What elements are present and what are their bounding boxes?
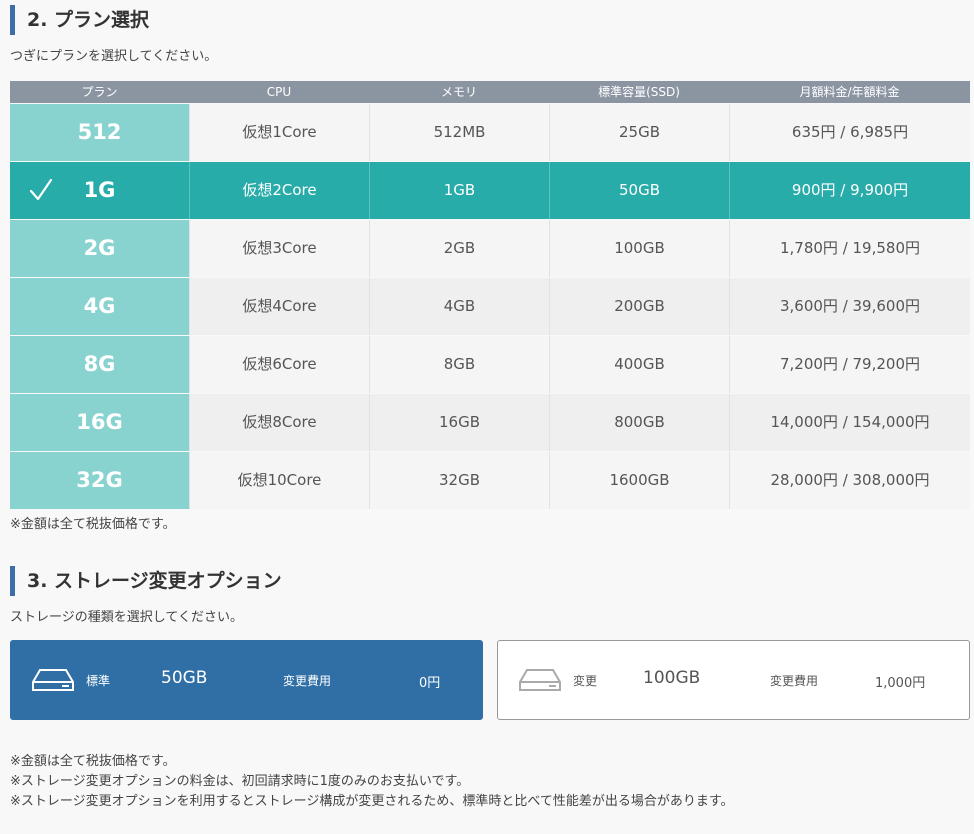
footnote: ※ストレージ変更オプションの料金は、初回請求時に1度のみのお支払いです。 <box>10 774 470 789</box>
plan-price: 28,000円 / 308,000円 <box>729 452 970 509</box>
plan-row-512[interactable]: 512 仮想1Core 512MB 25GB 635円 / 6,985円 <box>10 104 970 161</box>
plan-cpu: 仮想8Core <box>189 394 369 451</box>
plan-memory: 512MB <box>369 104 549 161</box>
plan-section-title: 2. プラン選択 <box>10 5 149 35</box>
plan-instruction: つぎにプランを選択してください。 <box>10 49 218 64</box>
plan-memory: 32GB <box>369 452 549 509</box>
plan-storage: 400GB <box>549 336 729 393</box>
plan-table-header: プラン CPU メモリ 標準容量(SSD) 月額料金/年額料金 <box>10 81 970 103</box>
storage-size: 50GB <box>161 668 208 688</box>
plan-cpu: 仮想10Core <box>189 452 369 509</box>
plan-row-1g[interactable]: 1G 仮想2Core 1GB 50GB 900円 / 9,900円 <box>10 162 970 219</box>
plan-storage: 800GB <box>549 394 729 451</box>
plan-cpu: 仮想6Core <box>189 336 369 393</box>
storage-kind: 変更 <box>573 674 598 688</box>
plan-cpu: 仮想1Core <box>189 104 369 161</box>
plan-price: 14,000円 / 154,000円 <box>729 394 970 451</box>
plan-row-8g[interactable]: 8G 仮想6Core 8GB 400GB 7,200円 / 79,200円 <box>10 336 970 393</box>
storage-instruction: ストレージの種類を選択してください。 <box>10 610 243 625</box>
footnote: ※ストレージ変更オプションを利用するとストレージ構成が変更されるため、標準時と比… <box>10 794 734 809</box>
plan-tax-note: ※金額は全て税抜価格です。 <box>10 517 176 532</box>
storage-size: 100GB <box>643 668 701 688</box>
storage-fee-label: 変更費用 <box>283 674 332 688</box>
footnotes: ※金額は全て税抜価格です。 ※ストレージ変更オプションの料金は、初回請求時に1度… <box>10 752 734 812</box>
header-cpu: CPU <box>266 85 292 99</box>
plan-price: 7,200円 / 79,200円 <box>729 336 970 393</box>
plan-row-4g[interactable]: 4G 仮想4Core 4GB 200GB 3,600円 / 39,600円 <box>10 278 970 335</box>
storage-fee: 1,000円 <box>875 676 926 691</box>
header-memory: メモリ <box>440 85 477 99</box>
storage-section-title: 3. ストレージ変更オプション <box>10 566 282 596</box>
plan-name: 4G <box>10 278 189 335</box>
plan-memory: 2GB <box>369 220 549 277</box>
plan-cpu: 仮想4Core <box>189 278 369 335</box>
plan-storage: 50GB <box>549 162 729 219</box>
plan-table: プラン CPU メモリ 標準容量(SSD) 月額料金/年額料金 512 仮想1C… <box>10 81 970 509</box>
plan-price: 900円 / 9,900円 <box>729 162 970 219</box>
plan-row-2g[interactable]: 2G 仮想3Core 2GB 100GB 1,780円 / 19,580円 <box>10 220 970 277</box>
plan-name: 1G <box>83 178 116 202</box>
storage-option-standard[interactable]: 標準 50GB 変更費用 0円 <box>10 640 483 720</box>
plan-storage: 25GB <box>549 104 729 161</box>
header-storage: 標準容量(SSD) <box>598 85 680 99</box>
plan-row-16g[interactable]: 16G 仮想8Core 16GB 800GB 14,000円 / 154,000… <box>10 394 970 451</box>
header-price: 月額料金/年額料金 <box>799 85 900 99</box>
plan-memory: 1GB <box>369 162 549 219</box>
plan-name: 32G <box>10 452 189 509</box>
plan-storage: 1600GB <box>549 452 729 509</box>
plan-cpu: 仮想3Core <box>189 220 369 277</box>
hard-drive-icon <box>32 669 74 691</box>
plan-price: 3,600円 / 39,600円 <box>729 278 970 335</box>
storage-kind: 標準 <box>86 674 111 688</box>
plan-memory: 8GB <box>369 336 549 393</box>
plan-storage: 200GB <box>549 278 729 335</box>
plan-memory: 16GB <box>369 394 549 451</box>
plan-storage: 100GB <box>549 220 729 277</box>
storage-option-upgrade[interactable]: 変更 100GB 変更費用 1,000円 <box>497 640 970 720</box>
storage-fee-label: 変更費用 <box>770 674 819 688</box>
plan-name: 2G <box>10 220 189 277</box>
plan-row-32g[interactable]: 32G 仮想10Core 32GB 1600GB 28,000円 / 308,0… <box>10 452 970 509</box>
plan-price: 1,780円 / 19,580円 <box>729 220 970 277</box>
storage-fee: 0円 <box>419 676 441 691</box>
plan-price: 635円 / 6,985円 <box>729 104 970 161</box>
plan-name: 8G <box>10 336 189 393</box>
plan-memory: 4GB <box>369 278 549 335</box>
plan-cpu: 仮想2Core <box>189 162 369 219</box>
plan-name-cell: 1G <box>10 162 189 219</box>
plan-name: 16G <box>10 394 189 451</box>
footnote: ※金額は全て税抜価格です。 <box>10 754 176 769</box>
plan-name: 512 <box>10 104 189 161</box>
hard-drive-icon <box>519 669 561 691</box>
header-plan: プラン <box>81 85 118 99</box>
check-icon <box>29 178 53 201</box>
